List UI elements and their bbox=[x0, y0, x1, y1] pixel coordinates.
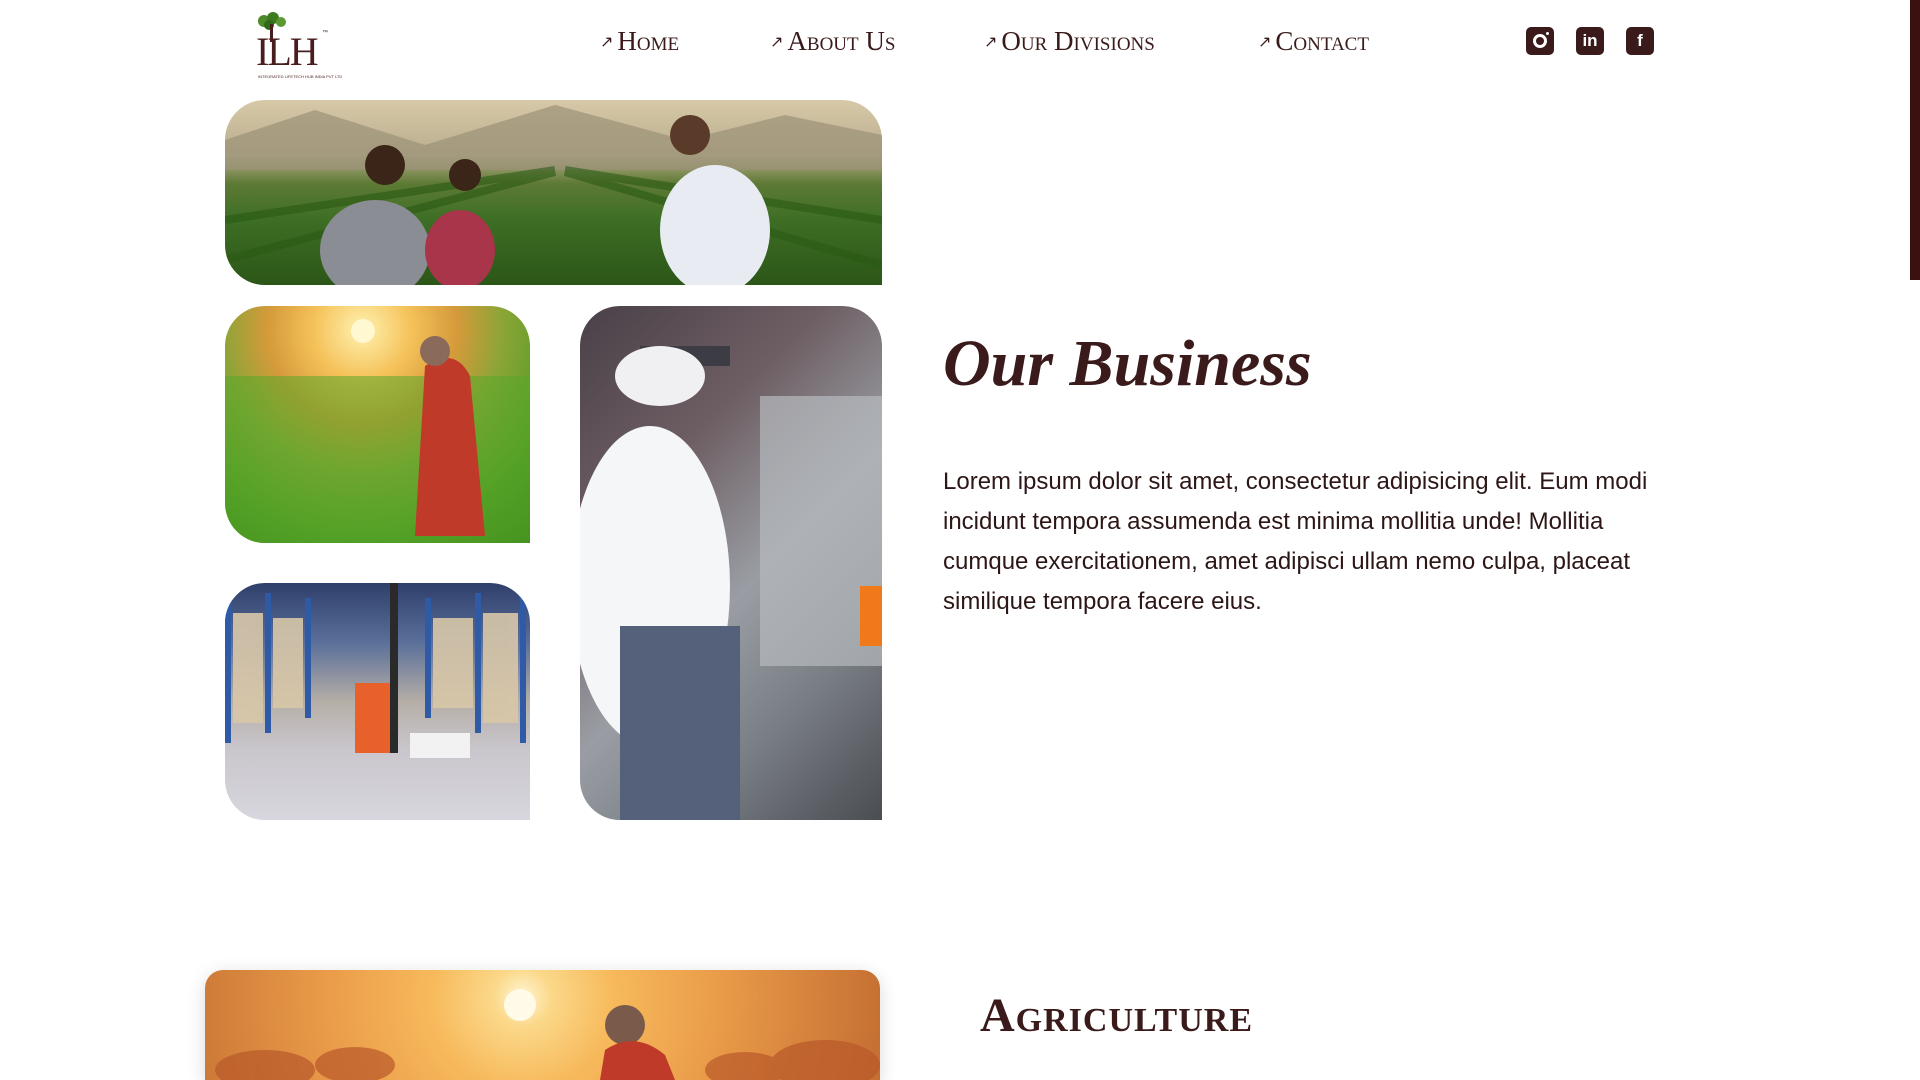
nav-item-about-us[interactable]: ↗ About Us bbox=[770, 26, 895, 57]
agriculture-title: Agriculture bbox=[980, 989, 1254, 1042]
facebook-icon[interactable]: f bbox=[1626, 27, 1654, 55]
farm-scene-illustration bbox=[225, 105, 882, 285]
nav-item-contact[interactable]: ↗ Contact bbox=[1258, 26, 1369, 57]
warehouse-forklift-photo bbox=[225, 583, 530, 820]
nav-item-label: Contact bbox=[1275, 26, 1369, 56]
nav-item-label: About Us bbox=[787, 26, 896, 56]
linkedin-icon[interactable]: in bbox=[1576, 27, 1604, 55]
arrow-up-right-icon: ↗ bbox=[770, 32, 784, 51]
arrow-up-right-icon: ↗ bbox=[600, 32, 614, 51]
social-links: in f bbox=[1526, 27, 1654, 55]
logo-text: ILH bbox=[256, 29, 319, 74]
agriculture-photo bbox=[205, 970, 880, 1080]
arrow-up-right-icon: ↗ bbox=[1258, 32, 1272, 51]
nav-item-home[interactable]: ↗ Home bbox=[600, 26, 679, 57]
trademark-symbol: ™ bbox=[322, 30, 328, 36]
instagram-icon[interactable] bbox=[1526, 27, 1554, 55]
woman-in-field-photo bbox=[225, 306, 530, 543]
nav-item-label: Our Divisions bbox=[1001, 26, 1155, 56]
site-header: ILH ™ INTEGRATED LIFETECH HUB INDIA PVT … bbox=[0, 0, 1920, 95]
nav-item-label: Home bbox=[617, 26, 680, 56]
farmers-field-photo bbox=[225, 100, 882, 285]
scrollbar-thumb[interactable] bbox=[1910, 0, 1920, 280]
logo-tagline: INTEGRATED LIFETECH HUB INDIA PVT LTD bbox=[258, 74, 343, 79]
nav-item-our-divisions[interactable]: ↗ Our Divisions bbox=[984, 26, 1155, 57]
arrow-up-right-icon: ↗ bbox=[984, 32, 998, 51]
section-title: Our Business bbox=[943, 327, 1312, 400]
section-description: Lorem ipsum dolor sit amet, consectetur … bbox=[943, 468, 1648, 615]
logo[interactable]: ILH ™ INTEGRATED LIFETECH HUB INDIA PVT … bbox=[252, 12, 342, 80]
food-processing-worker-photo bbox=[580, 306, 882, 820]
